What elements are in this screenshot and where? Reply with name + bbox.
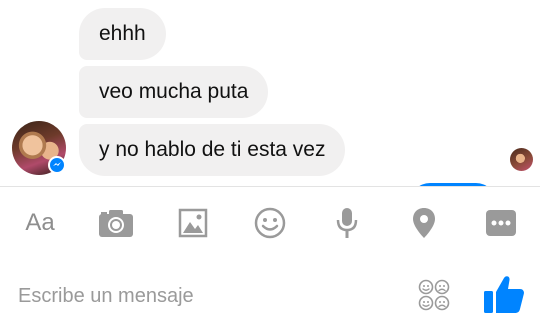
text-style-button[interactable]: Aa <box>20 203 60 243</box>
microphone-icon <box>336 208 358 238</box>
thumbs-up-icon <box>484 276 524 313</box>
like-button[interactable] <box>482 272 526 316</box>
composer <box>0 261 540 331</box>
microphone-button[interactable] <box>327 203 367 243</box>
messenger-badge-icon <box>48 156 66 174</box>
message-bubble[interactable]: veo mucha puta <box>79 66 269 118</box>
emoji-button[interactable] <box>250 203 290 243</box>
camera-button[interactable] <box>96 203 136 243</box>
composer-toolbar: Aa <box>0 187 540 261</box>
location-icon <box>413 208 435 238</box>
gallery-button[interactable] <box>173 203 213 243</box>
text-style-label: Aa <box>25 209 55 236</box>
seen-indicator-avatar <box>510 148 533 171</box>
sticker-button[interactable] <box>418 279 450 311</box>
conversation-area[interactable]: ehhh veo mucha puta y no hablo de ti est… <box>0 0 540 186</box>
camera-icon <box>99 210 133 237</box>
message-bubble[interactable]: ehhh <box>79 8 166 60</box>
message-bubble[interactable]: y no hablo de ti esta vez <box>79 124 346 176</box>
message-input[interactable] <box>18 279 398 313</box>
emoji-icon <box>254 207 286 239</box>
more-icon <box>486 210 516 236</box>
location-button[interactable] <box>404 203 444 243</box>
gallery-icon <box>178 208 208 238</box>
more-button[interactable] <box>481 203 521 243</box>
sticker-icon <box>418 279 450 311</box>
